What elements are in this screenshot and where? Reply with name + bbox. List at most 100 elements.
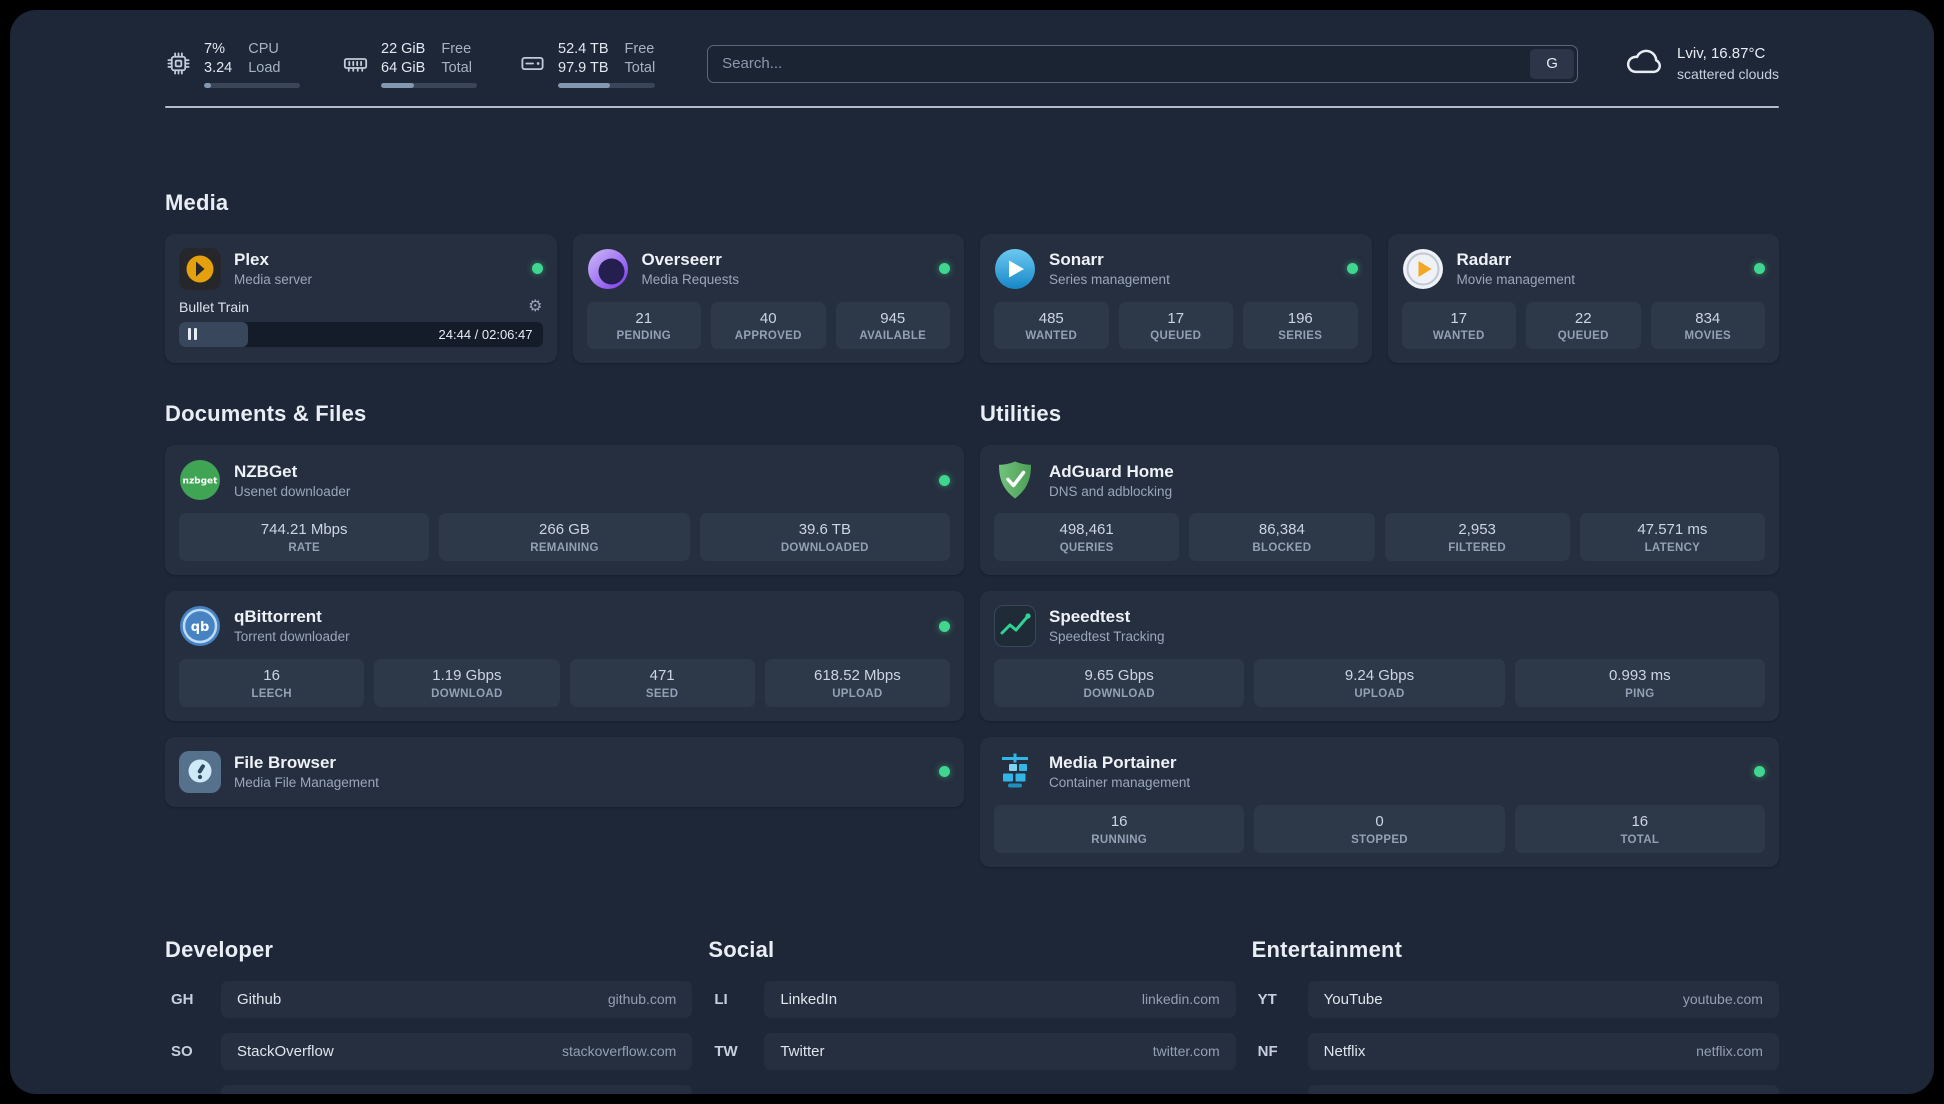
stat-tile: 16 TOTAL xyxy=(1514,804,1765,853)
bookmark-url: linkedin.com xyxy=(1141,991,1220,1008)
service-name: AdGuard Home xyxy=(1049,461,1174,481)
adguard-icon xyxy=(994,459,1036,501)
bookmark-twitter[interactable]: TW Twitter twitter.com xyxy=(708,1032,1236,1070)
stat-tile: 618.52 Mbps UPLOAD xyxy=(764,659,950,707)
stat-tile: 16 RUNNING xyxy=(994,804,1245,853)
playback-time: 24:44 / 02:06:47 xyxy=(438,326,533,342)
bookmark-group-title: Entertainment xyxy=(1251,936,1403,962)
bookmark-dev[interactable]: DT DEV dev.to xyxy=(165,1084,693,1094)
search-provider-button[interactable]: G xyxy=(1530,48,1575,79)
radarr-icon xyxy=(1402,248,1444,290)
cloud-icon xyxy=(1624,45,1664,82)
section-media: Media Plex Media server Bullet Train ⚙ 2… xyxy=(165,190,1779,364)
stat-tile: 834 MOVIES xyxy=(1650,301,1765,350)
cpu-widget: 7% 3.24 CPU Load xyxy=(165,40,300,88)
bookmark-group-social: Social LI LinkedIn linkedin.com TW Twitt… xyxy=(708,936,1236,1094)
service-name: qBittorrent xyxy=(234,607,322,627)
memory-widget: 22 GiB 64 GiB Free Total xyxy=(342,40,477,88)
bookmark-netflix[interactable]: NF Netflix netflix.com xyxy=(1252,1032,1779,1070)
gear-icon[interactable]: ⚙ xyxy=(528,298,542,315)
cpu-load-value: 3.24 xyxy=(204,59,233,76)
bookmark-abbr: LI xyxy=(714,990,728,1008)
now-playing-title: Bullet Train xyxy=(179,298,250,315)
service-name: NZBGet xyxy=(234,461,298,481)
service-description: Media File Management xyxy=(234,775,379,791)
stat-tile: 744.21 Mbps RATE xyxy=(179,513,430,562)
service-card-qbittorrent[interactable]: qb qBittorrent Torrent downloader 16 LEE… xyxy=(165,591,964,721)
section-title-documents: Documents & Files xyxy=(165,401,367,427)
bookmark-github[interactable]: GH Github github.com xyxy=(165,980,693,1018)
bookmark-linkedin[interactable]: LI LinkedIn linkedin.com xyxy=(708,980,1236,1018)
bookmark-url: youtube.com xyxy=(1682,991,1763,1008)
qbittorrent-icon: qb xyxy=(179,605,221,647)
sonarr-icon xyxy=(994,248,1036,290)
weather-location: Lviv, 16.87°C xyxy=(1677,45,1766,63)
service-name: Overseerr xyxy=(641,249,722,269)
service-name: File Browser xyxy=(234,753,337,773)
service-description: Speedtest Tracking xyxy=(1049,629,1165,645)
section-utilities: Utilities AdGuard Home DNS and adblockin… xyxy=(980,401,1779,867)
stat-tile: 471 SEED xyxy=(569,659,755,707)
bookmark-group-title: Social xyxy=(708,936,775,962)
service-card-portainer[interactable]: Media Portainer Container management 16 … xyxy=(980,736,1779,867)
stat-tile: 47.571 ms LATENCY xyxy=(1579,513,1765,562)
status-dot xyxy=(1754,263,1765,275)
bookmark-abbr: YT xyxy=(1257,990,1277,1008)
stat-tile: 39.6 TB DOWNLOADED xyxy=(699,513,950,562)
service-card-filebrowser[interactable]: File Browser Media File Management xyxy=(165,736,964,807)
bookmark-youtube[interactable]: YT YouTube youtube.com xyxy=(1252,980,1779,1018)
service-card-plex[interactable]: Plex Media server Bullet Train ⚙ 24:44 /… xyxy=(165,233,557,364)
service-card-adguard[interactable]: AdGuard Home DNS and adblocking 498,461 … xyxy=(980,445,1779,576)
stat-tile: 9.24 Gbps UPLOAD xyxy=(1254,659,1505,707)
service-card-overseerr[interactable]: Overseerr Media Requests 21 PENDING 40 A… xyxy=(572,233,964,364)
service-description: Series management xyxy=(1049,271,1170,287)
status-dot xyxy=(939,620,950,632)
search-input[interactable] xyxy=(707,44,1579,83)
bookmark-url: github.com xyxy=(607,991,677,1008)
stat-tile: 86,384 BLOCKED xyxy=(1189,513,1375,562)
memory-total: 64 GiB xyxy=(381,59,426,76)
bookmark-url: stackoverflow.com xyxy=(561,1043,677,1060)
status-dot xyxy=(939,474,950,486)
svg-text:nzbget: nzbget xyxy=(183,477,219,487)
speedtest-icon xyxy=(994,605,1036,648)
bookmark-group-entertainment: Entertainment YT YouTube youtube.com NF … xyxy=(1252,937,1779,1094)
stat-tile: 498,461 QUERIES xyxy=(994,513,1180,562)
cpu-usage-bar xyxy=(204,82,300,88)
overseerr-icon xyxy=(587,248,629,290)
playback-progress-bar: 24:44 / 02:06:47 xyxy=(179,321,543,347)
bookmark-group-developer: Developer GH Github github.com SO StackO… xyxy=(165,936,693,1094)
cpu-label: CPU xyxy=(248,41,279,57)
stat-tile: 16 LEECH xyxy=(179,659,365,707)
stat-tile: 945 AVAILABLE xyxy=(835,301,950,350)
service-description: DNS and adblocking xyxy=(1049,483,1173,499)
cpu-icon xyxy=(165,50,192,77)
section-documents: Documents & Files nzbget NZBGet Usenet d… xyxy=(165,401,964,866)
stat-tile: 485 WANTED xyxy=(994,301,1109,350)
status-dot xyxy=(939,766,950,778)
bookmark-name: Github xyxy=(237,990,282,1008)
bookmark-reddit[interactable]: RE Reddit reddit.com xyxy=(1252,1084,1779,1094)
bookmark-stackoverflow[interactable]: SO StackOverflow stackoverflow.com xyxy=(165,1032,693,1070)
bookmark-name: YouTube xyxy=(1323,990,1383,1008)
service-card-radarr[interactable]: Radarr Movie management 17 WANTED 22 QUE… xyxy=(1387,233,1779,364)
service-card-sonarr[interactable]: Sonarr Series management 485 WANTED 17 Q… xyxy=(980,233,1372,364)
service-description: Media server xyxy=(234,271,313,287)
stat-tile: 196 SERIES xyxy=(1243,301,1358,350)
service-name: Sonarr xyxy=(1049,249,1104,269)
bookmark-group-title: Developer xyxy=(165,936,274,962)
memory-icon xyxy=(342,50,369,77)
bookmark-name: StackOverflow xyxy=(237,1042,334,1060)
portainer-icon xyxy=(994,751,1036,793)
bookmark-abbr: GH xyxy=(171,990,194,1008)
bookmark-name: LinkedIn xyxy=(780,990,838,1008)
stat-tile: 21 PENDING xyxy=(586,301,701,350)
service-name: Media Portainer xyxy=(1049,753,1177,773)
memory-total-label: Total xyxy=(441,59,472,76)
nzbget-icon: nzbget xyxy=(179,459,221,501)
service-description: Movie management xyxy=(1456,271,1576,287)
service-card-nzbget[interactable]: nzbget NZBGet Usenet downloader 744.21 M… xyxy=(165,445,964,576)
bookmark-name: Twitter xyxy=(780,1042,825,1060)
bookmark-abbr: TW xyxy=(714,1042,738,1060)
service-card-speedtest[interactable]: Speedtest Speedtest Tracking 9.65 Gbps D… xyxy=(980,591,1779,721)
